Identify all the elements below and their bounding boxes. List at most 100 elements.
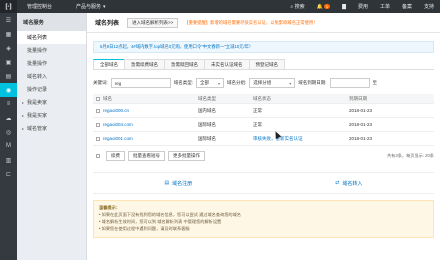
menu-icon[interactable]: ☰ xyxy=(0,13,17,27)
date-to-label: 至 xyxy=(372,80,378,85)
keyword-label: 关键词: xyxy=(93,80,108,85)
chevron-down-icon: ▾ xyxy=(103,3,106,10)
group-select[interactable]: 选择分组 xyxy=(249,78,296,88)
domain-type: 国内域名 xyxy=(198,107,216,113)
date-label: 域名到期日期: xyxy=(298,80,327,85)
renew-button[interactable]: 续费 xyxy=(106,151,125,161)
tip-line: • 域名解析生效时间，您可以到 域名解析列表 中管理您的解析设置 xyxy=(99,219,222,224)
group-label: 域名分组: xyxy=(227,80,247,85)
sidebar-item-manager[interactable]: 域名管家 xyxy=(17,122,86,135)
sidebar-item-transfer[interactable]: 域名转入 xyxy=(17,70,86,83)
products-label: 产品与服务 xyxy=(76,4,102,10)
domain-link[interactable]: regaoi004.com xyxy=(103,122,133,127)
tab-preregister[interactable]: 预登记域名 xyxy=(248,59,285,69)
batch-view-button[interactable]: 批量查看短号 xyxy=(128,151,165,161)
domain-link[interactable]: regaoi001.com xyxy=(103,136,133,141)
promo-notice[interactable]: 5月8日12点起，4#域内数字.top域名0元购，使用口令"中文春新一"立减10… xyxy=(93,41,434,53)
type-select[interactable]: 全部 xyxy=(196,78,224,88)
transfer-icon: ⇄ xyxy=(335,180,340,186)
more-batch-select[interactable]: 更多批量操作 xyxy=(168,151,205,161)
quick-actions: ▤ 域名注册 ⇄ 域名转入 xyxy=(93,172,434,194)
sidebar-item-log[interactable]: 操作记录 xyxy=(17,83,86,96)
ticket-link[interactable]: 工单 xyxy=(374,0,396,13)
tips-title: 温馨提示： xyxy=(99,205,120,210)
select-all-checkbox[interactable] xyxy=(93,96,103,101)
cube-icon[interactable]: ◈ xyxy=(0,41,17,55)
sidebar-item-domain-list[interactable]: 域名列表 xyxy=(17,31,86,44)
console-link[interactable]: 管理控制台 xyxy=(27,3,52,10)
doc-icon[interactable]: ▥ xyxy=(0,153,17,167)
domain-type: 国际域名 xyxy=(198,121,216,127)
sidebar-item-batch[interactable]: 批量操作 xyxy=(17,57,86,70)
main-content: 域名列表 进入域名解析列表>> 【重要提醒】新增的域名需要尽快实名认证，以免影响… xyxy=(87,13,440,260)
col-expiry: 到期日期 xyxy=(349,95,367,101)
domain-expiry: 2018-01-23 xyxy=(349,136,373,141)
table-row: regaoi000.cn 国内域名 正常 2018-01-23 xyxy=(93,104,434,118)
tip-line: • 如果在此页面下没有找到您的域名信息，您可以尝试 通过域名查询您的域名 xyxy=(99,212,241,217)
tab-renew[interactable]: 急需续费域名 xyxy=(124,59,165,69)
cloud-icon[interactable]: ☁ xyxy=(0,111,17,125)
pagination-info: 共有3条，每页显示: 20条 xyxy=(386,153,434,158)
box-icon[interactable]: ▣ xyxy=(0,55,17,69)
col-status: 域名状态 xyxy=(253,95,271,101)
dns-list-button[interactable]: 进入域名解析列表>> xyxy=(127,17,179,28)
domain-link[interactable]: regaoi000.cn xyxy=(103,108,129,113)
date-start-input[interactable] xyxy=(329,78,370,88)
group-select-value: 选择分组 xyxy=(253,80,272,85)
table-header: 域名 域名类型 域名状态 到期日期 xyxy=(93,94,434,104)
tab-redeem[interactable]: 急需赎回域名 xyxy=(164,59,205,69)
sidebar-item-info-template[interactable]: 批量操作 xyxy=(17,44,86,57)
row-checkbox[interactable] xyxy=(93,108,103,113)
search-link[interactable]: ⌕ 搜索 xyxy=(284,0,310,13)
domain-type: 国际域名 xyxy=(198,135,216,141)
page-title: 域名列表 xyxy=(95,21,120,27)
notification-badge: 1 xyxy=(323,4,331,9)
search-label: 搜索 xyxy=(294,4,305,10)
bracket-icon[interactable]: ⊏ xyxy=(0,167,17,181)
tips-box: 温馨提示： • 如果在此页面下没有找到您的域名信息，您可以尝试 通过域名查询您的… xyxy=(93,200,434,238)
row-checkbox[interactable] xyxy=(93,136,103,141)
list-icon: ▤ xyxy=(164,180,170,186)
icon-rail: ☰ ▦ ◈ ▣ ▤ ◉ ≡ ☁ ◎ M ▥ ⊏ xyxy=(0,13,17,260)
sidebar-item-seller[interactable]: 我是卖家 xyxy=(17,96,86,109)
support-link[interactable]: 支持 xyxy=(418,0,440,13)
domain-status: 正常 xyxy=(253,107,262,113)
products-menu[interactable]: 产品与服务 ▾ xyxy=(76,3,106,11)
bell-icon: 🔔 xyxy=(316,3,323,10)
domain-expiry: 2018-01-23 xyxy=(349,122,373,127)
transfer-domain-button[interactable]: ⇄ 域名转入 xyxy=(264,173,435,193)
row-checkbox[interactable] xyxy=(93,122,103,127)
bulk-select-checkbox[interactable] xyxy=(93,154,103,158)
transfer-domain-label: 域名转入 xyxy=(342,180,363,187)
user-avatar[interactable]: ▇ xyxy=(336,0,352,13)
logo[interactable]: [-] xyxy=(0,0,17,13)
top-navbar: [-] 管理控制台 产品与服务 ▾ ⌕ 搜索 🔔 1 ▇ 费用 工单 备案 支持 xyxy=(0,0,440,13)
domain-status[interactable]: 审核失败，重新实名认证 xyxy=(253,136,349,142)
filter-bar: 关键词: reg 域名类型: 全部 域名分组: 选择分组 域名到期日期: 至 xyxy=(93,76,434,90)
fees-link[interactable]: 费用 xyxy=(352,0,374,13)
col-domain: 域名 xyxy=(103,95,112,101)
tip-line: • 如果您在使用过程中遇到问题，请及时联系客服 xyxy=(99,226,190,231)
m-icon[interactable]: M xyxy=(0,139,17,153)
tab-all[interactable]: 全部域名 xyxy=(93,59,125,69)
secondary-sidebar: 域名服务 域名列表 批量操作 批量操作 域名转入 操作记录 我是卖家 我是买家 … xyxy=(17,13,87,260)
warning-text: 【重要提醒】新增的域名需要尽快实名认证，以免影响域名正常使用！ xyxy=(184,19,318,25)
record-link[interactable]: 备案 xyxy=(396,0,418,13)
register-domain-label: 域名注册 xyxy=(172,180,193,187)
type-label: 域名类型: xyxy=(173,80,193,85)
image-icon[interactable]: ▤ xyxy=(0,69,17,83)
grid-icon[interactable]: ▦ xyxy=(0,27,17,41)
tab-unverified[interactable]: 未实名认证域名 xyxy=(204,59,250,69)
keyword-input[interactable]: reg xyxy=(110,78,171,88)
col-type: 域名类型 xyxy=(198,95,216,101)
register-domain-button[interactable]: ▤ 域名注册 xyxy=(93,173,264,193)
domain-table: 域名 域名类型 域名状态 到期日期 regaoi000.cn 国内域名 正常 2… xyxy=(93,94,434,146)
sidebar-title: 域名服务 xyxy=(17,13,86,31)
bulk-toolbar: 续费 批量查看短号 更多批量操作 共有3条，每页显示: 20条 xyxy=(93,150,434,162)
code-icon[interactable]: ◎ xyxy=(0,125,17,139)
notifications-button[interactable]: 🔔 1 xyxy=(311,0,336,13)
sidebar-item-buyer[interactable]: 我是买家 xyxy=(17,109,86,122)
list-icon[interactable]: ≡ xyxy=(0,97,17,111)
globe-icon[interactable]: ◉ xyxy=(0,83,17,97)
table-row: regaoi004.com 国际域名 正常 2018-01-23 xyxy=(93,118,434,132)
